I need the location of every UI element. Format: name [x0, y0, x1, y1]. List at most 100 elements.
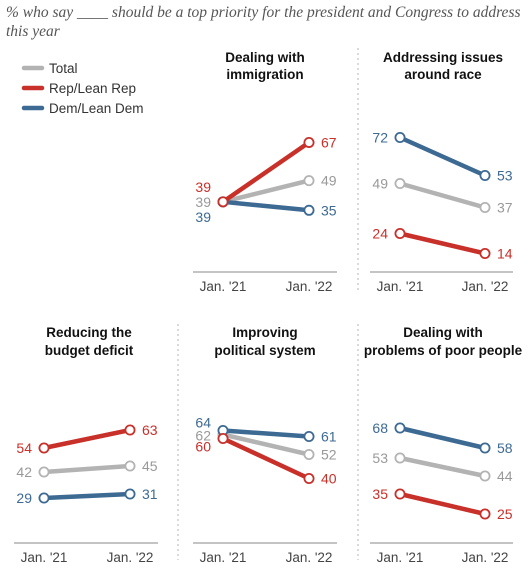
series-line-dem-lean-dem — [397, 425, 488, 451]
data-label: 72 — [372, 130, 388, 146]
panel-title: budget deficit — [45, 343, 134, 358]
x-tick-label: Jan. '22 — [462, 550, 509, 565]
series-dem-lean-dem: 39 35 — [195, 196, 337, 225]
data-label: 24 — [372, 226, 388, 242]
data-point-rep-lean-rep — [394, 488, 406, 500]
panel-improving-political-system: Improving political system Jan. '21 Jan. '2… — [193, 325, 337, 565]
panel-dealing-with-problems-of-poor-people: Dealing with problems of poor people Jan. … — [364, 325, 523, 565]
panel-title: immigration — [226, 67, 303, 82]
legend: Total Rep/Lean Rep Dem/Lean Dem — [21, 61, 144, 116]
series-total: 53 44 — [372, 450, 512, 484]
data-label: 31 — [142, 486, 158, 502]
data-label: 44 — [497, 468, 513, 484]
x-tick-label: Jan. '21 — [21, 550, 68, 565]
series-line-total — [397, 181, 488, 210]
data-label: 54 — [16, 440, 32, 456]
series-rep-lean-rep: 60 40 — [195, 432, 337, 487]
panel-title: problems of poor people — [364, 343, 523, 358]
panel-dealing-with-immigration: Dealing with immigration Jan. '21 Jan. '22 3… — [193, 50, 337, 294]
x-tick-label: Jan. '22 — [462, 279, 509, 294]
data-label: 45 — [142, 458, 158, 474]
chart-panels: Dealing with immigration Jan. '21 Jan. '22 3… — [14, 50, 523, 565]
small-multiples-chart: Total Rep/Lean Rep Dem/Lean Dem Dealing wi… — [14, 48, 523, 565]
series-total: 42 45 — [16, 458, 157, 480]
data-point-rep-lean-rep — [394, 227, 406, 239]
data-point-total — [479, 201, 491, 213]
data-label: 53 — [372, 450, 388, 466]
data-point-rep-lean-rep — [217, 432, 229, 444]
series-total: 49 37 — [372, 176, 512, 216]
series-line-dem-lean-dem — [41, 491, 133, 501]
series-dem-lean-dem: 64 61 — [195, 415, 336, 445]
data-point-rep-lean-rep — [479, 247, 491, 259]
data-point-total — [303, 175, 315, 187]
data-label: 29 — [16, 490, 32, 506]
series-dem-lean-dem: 68 58 — [372, 420, 512, 456]
data-point-total — [479, 470, 491, 482]
series-rep-lean-rep: 24 14 — [372, 226, 512, 262]
series-rep-lean-rep: 54 63 — [16, 422, 157, 456]
data-point-dem-lean-dem — [303, 430, 315, 442]
data-label: 35 — [321, 202, 337, 218]
series-rep-lean-rep: 35 25 — [372, 486, 512, 522]
panel-addressing-issues-around-race: Addressing issues around race Jan. '21 Jan.… — [370, 50, 513, 294]
data-point-dem-lean-dem — [394, 131, 406, 143]
panel-title: Addressing issues — [383, 50, 503, 65]
panel-title: around race — [404, 67, 482, 82]
x-tick-label: Jan. '21 — [200, 279, 247, 294]
series-dem-lean-dem: 72 53 — [372, 130, 512, 184]
series-line-rep-lean-rep — [41, 427, 133, 451]
series-line-dem-lean-dem — [220, 199, 312, 213]
panel-title: Dealing with — [403, 325, 483, 340]
panel-reducing-the-budget-deficit: Reducing the budget deficit Jan. '21 Jan. '… — [14, 325, 158, 565]
series-line-total — [397, 455, 488, 479]
data-point-total — [303, 448, 315, 460]
data-label: 67 — [321, 134, 337, 150]
data-point-rep-lean-rep — [38, 442, 50, 454]
x-tick-label: Jan. '21 — [200, 550, 247, 565]
x-tick-label: Jan. '21 — [377, 550, 424, 565]
data-label: 42 — [16, 464, 32, 480]
data-point-total — [124, 460, 136, 472]
series-dem-lean-dem: 29 31 — [16, 486, 157, 506]
data-label: 40 — [321, 471, 337, 487]
panel-title: Reducing the — [46, 325, 132, 340]
x-tick-label: Jan. '22 — [286, 279, 333, 294]
data-point-rep-lean-rep — [124, 424, 136, 436]
data-label: 39 — [195, 179, 211, 195]
data-point-dem-lean-dem — [479, 442, 491, 454]
series-line-dem-lean-dem — [397, 135, 488, 178]
series-line-rep-lean-rep — [397, 231, 488, 256]
series-rep-lean-rep: 39 67 — [195, 134, 337, 208]
data-point-dem-lean-dem — [124, 488, 136, 500]
panel-title: Dealing with — [225, 50, 305, 65]
data-point-rep-lean-rep — [217, 196, 229, 208]
data-label: 25 — [497, 506, 513, 522]
data-label: 49 — [321, 173, 337, 189]
x-tick-label: Jan. '22 — [286, 550, 333, 565]
data-label: 37 — [497, 200, 513, 216]
series-line-total — [41, 463, 133, 475]
data-point-dem-lean-dem — [38, 492, 50, 504]
data-label: 60 — [195, 439, 211, 455]
data-point-total — [394, 452, 406, 464]
x-tick-label: Jan. '22 — [107, 550, 154, 565]
x-tick-label: Jan. '21 — [377, 279, 424, 294]
data-point-rep-lean-rep — [303, 136, 315, 148]
data-label: 39 — [195, 209, 211, 225]
data-label: 49 — [372, 176, 388, 192]
data-point-total — [394, 177, 406, 189]
data-label: 68 — [372, 420, 388, 436]
data-label: 61 — [321, 429, 337, 445]
panel-title: political system — [214, 343, 315, 358]
data-label: 63 — [142, 422, 158, 438]
data-label: 53 — [497, 168, 513, 184]
data-point-dem-lean-dem — [303, 204, 315, 216]
series-line-rep-lean-rep — [397, 491, 488, 517]
data-point-total — [38, 466, 50, 478]
data-point-rep-lean-rep — [479, 508, 491, 520]
legend-label-rep-lean-rep: Rep/Lean Rep — [49, 81, 136, 96]
data-label: 64 — [195, 415, 211, 431]
legend-label-dem-lean-dem: Dem/Lean Dem — [49, 101, 144, 116]
panel-title: Improving — [232, 325, 297, 340]
